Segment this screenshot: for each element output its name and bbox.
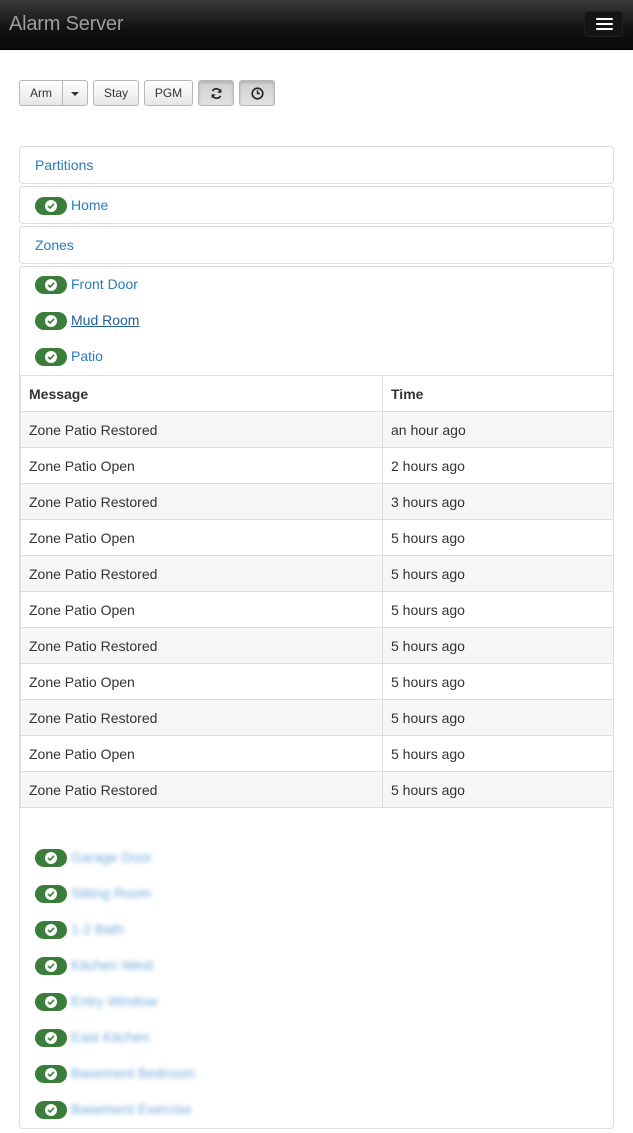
table-row: Zone Patio Restored 5 hours ago [20,771,614,808]
status-badge [35,993,67,1011]
hamburger-icon-line [596,23,613,25]
status-badge [35,1065,67,1083]
check-circle-icon [45,315,57,327]
table-row: Zone Patio Open 5 hours ago [20,735,614,772]
check-circle-icon [45,1068,57,1080]
table-row: Zone Patio Restored 5 hours ago [20,555,614,592]
table-row: Zone Patio Restored 5 hours ago [20,627,614,664]
check-circle-icon [45,351,57,363]
pgm-button[interactable]: PGM [144,80,193,106]
zones-heading[interactable]: Zones [35,237,74,253]
zone-link[interactable]: Basement Bedroom [71,1065,195,1081]
time-cell: 5 hours ago [382,663,614,700]
time-cell: 5 hours ago [382,555,614,592]
status-badge [35,921,67,939]
zone-event-table: Message Time Zone Patio Restored an hour … [20,375,614,808]
status-badge [35,849,67,867]
table-row: Zone Patio Restored 5 hours ago [20,699,614,736]
message-cell: Zone Patio Open [20,735,383,772]
zone-link[interactable]: Basement Exercise [71,1101,192,1117]
status-badge [35,957,67,975]
check-circle-icon [45,200,57,212]
status-badge [35,197,67,215]
status-badge [35,312,67,330]
zone-link[interactable]: Kitchen West [71,957,153,973]
time-cell: 5 hours ago [382,735,614,772]
time-cell: 5 hours ago [382,627,614,664]
partitions-heading[interactable]: Partitions [35,157,93,173]
column-header-message: Message [20,375,383,412]
message-cell: Zone Patio Restored [20,627,383,664]
status-badge [35,885,67,903]
arm-button[interactable]: Arm [19,80,63,106]
check-circle-icon [45,996,57,1008]
table-row: Zone Patio Open 5 hours ago [20,663,614,700]
partition-link[interactable]: Home [71,197,108,213]
table-row: Zone Patio Restored an hour ago [20,411,614,448]
hamburger-icon [596,18,613,20]
time-cell: 5 hours ago [382,699,614,736]
zone-link[interactable]: 1-2 Bath [71,921,124,937]
app-title[interactable]: Alarm Server [9,13,123,36]
column-header-time: Time [382,375,614,412]
caret-down-icon [71,91,79,96]
check-circle-icon [45,1032,57,1044]
message-cell: Zone Patio Open [20,447,383,484]
message-cell: Zone Patio Restored [20,411,383,448]
check-circle-icon [45,1104,57,1116]
zone-link[interactable]: Entry Window [71,993,157,1009]
table-row: Zone Patio Restored 3 hours ago [20,483,614,520]
stay-button[interactable]: Stay [93,80,139,106]
arm-dropdown-button[interactable] [62,80,88,106]
table-row: Zone Patio Open 5 hours ago [20,591,614,628]
message-cell: Zone Patio Restored [20,555,383,592]
time-cell: 2 hours ago [382,447,614,484]
check-circle-icon [45,960,57,972]
zone-link[interactable]: Patio [71,348,103,364]
message-cell: Zone Patio Restored [20,771,383,808]
status-badge [35,1101,67,1119]
hamburger-icon-line [596,28,613,30]
time-cell: 5 hours ago [382,771,614,808]
status-badge [35,348,67,366]
zone-link[interactable]: Mud Room [71,312,139,328]
navbar: Alarm Server [0,0,633,50]
history-button[interactable] [239,80,275,106]
zone-link[interactable]: Front Door [71,276,138,292]
zones-panel-header[interactable]: Zones [19,226,614,264]
zone-link[interactable]: Sitting Room [71,885,151,901]
refresh-icon [211,88,222,99]
check-circle-icon [45,852,57,864]
time-cell: 5 hours ago [382,591,614,628]
message-cell: Zone Patio Restored [20,699,383,736]
status-badge [35,1029,67,1047]
check-circle-icon [45,279,57,291]
message-cell: Zone Patio Open [20,519,383,556]
zone-link[interactable]: East Kitchen [71,1029,150,1045]
table-row: Zone Patio Open 2 hours ago [20,447,614,484]
hamburger-menu-button[interactable] [584,11,623,37]
check-circle-icon [45,888,57,900]
partitions-panel-header[interactable]: Partitions [19,146,614,184]
partitions-panel-body: Home [19,186,614,224]
refresh-button[interactable] [198,80,234,106]
time-cell: 5 hours ago [382,519,614,556]
clock-icon [251,87,264,100]
zone-link[interactable]: Garage Door [71,849,152,865]
table-row: Zone Patio Open 5 hours ago [20,519,614,556]
check-circle-icon [45,924,57,936]
time-cell: an hour ago [382,411,614,448]
message-cell: Zone Patio Open [20,591,383,628]
message-cell: Zone Patio Restored [20,483,383,520]
time-cell: 3 hours ago [382,483,614,520]
status-badge [35,276,67,294]
message-cell: Zone Patio Open [20,663,383,700]
table-header-row: Message Time [20,375,614,412]
